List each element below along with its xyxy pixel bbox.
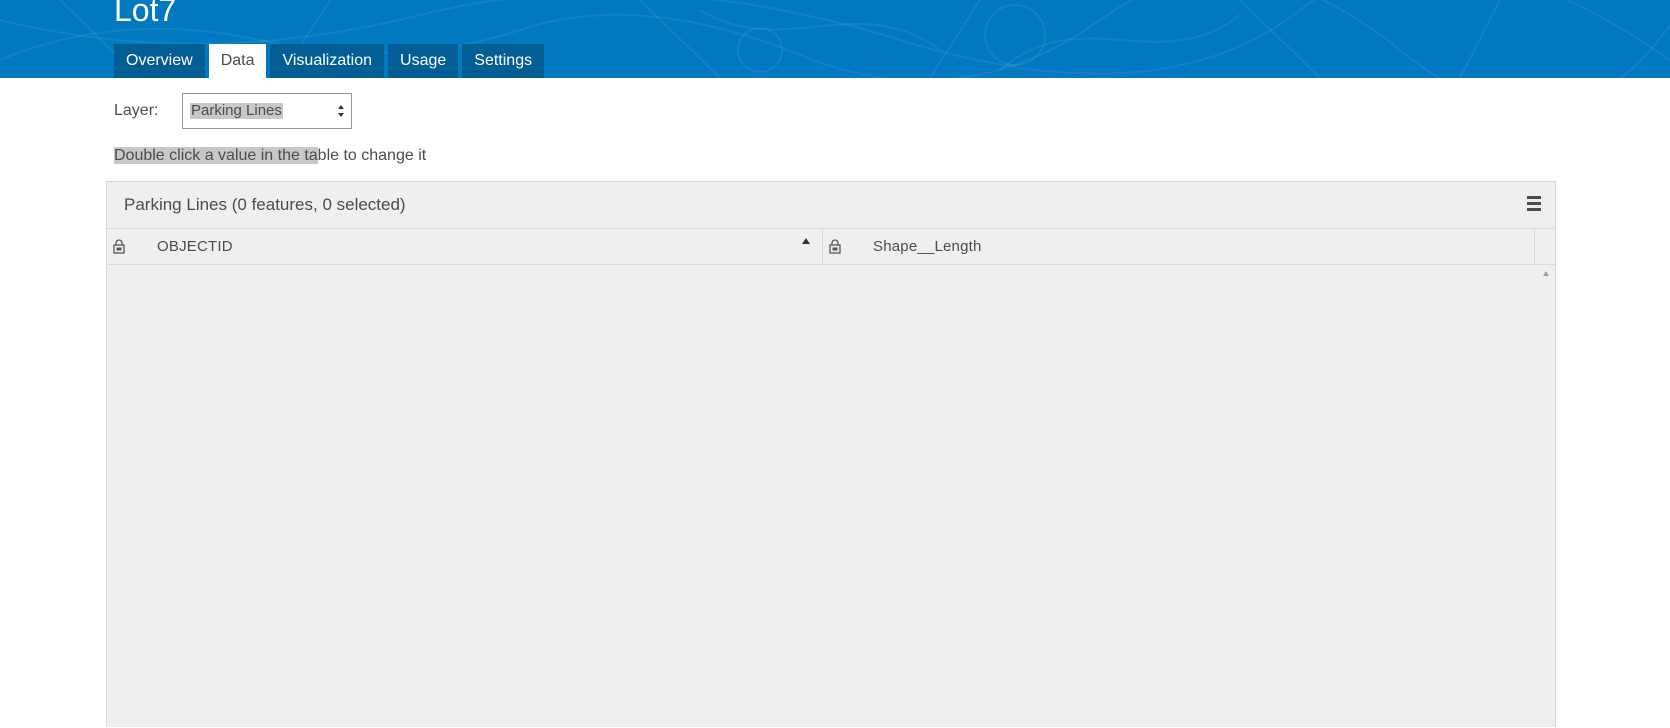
- lock-icon: [829, 239, 841, 254]
- column-header-objectid[interactable]: OBJECTID: [107, 229, 823, 264]
- tab-overview[interactable]: Overview: [114, 44, 205, 78]
- lock-icon: [113, 239, 125, 254]
- edit-hint-highlighted: Double click a value in the ta: [114, 147, 318, 164]
- layer-select-value: Parking Lines: [190, 102, 283, 119]
- item-tabs: Overview Data Visualization Usage Settin…: [114, 44, 548, 78]
- hamburger-menu-icon[interactable]: [1527, 196, 1541, 212]
- column-label-objectid: OBJECTID: [157, 238, 233, 255]
- tab-visualization[interactable]: Visualization: [270, 44, 385, 78]
- tab-usage[interactable]: Usage: [388, 44, 459, 78]
- edit-hint-rest: ble to change it: [317, 147, 427, 164]
- edit-hint: Double click a value in the table to cha…: [114, 145, 426, 167]
- sort-ascending-icon[interactable]: [802, 238, 810, 244]
- tab-data[interactable]: Data: [208, 44, 267, 78]
- attribute-table-body[interactable]: [107, 265, 1555, 728]
- column-label-shape-length: Shape__Length: [873, 238, 982, 255]
- column-header-row: OBJECTID Shape__Length: [107, 229, 1555, 265]
- item-banner: Lot7 Overview Data Visualization Usage S…: [0, 0, 1670, 78]
- attribute-table: Parking Lines (0 features, 0 selected) O…: [106, 181, 1556, 727]
- layer-selector-row: Layer: Parking Lines: [114, 92, 352, 130]
- layer-label: Layer:: [114, 102, 159, 119]
- attribute-table-title: Parking Lines (0 features, 0 selected): [124, 195, 406, 214]
- column-header-shape-length[interactable]: Shape__Length: [823, 229, 1535, 264]
- select-arrows-icon: [338, 105, 344, 117]
- item-title: Lot7: [114, 0, 177, 28]
- scroll-up-arrow-icon[interactable]: [1543, 271, 1549, 276]
- layer-select[interactable]: Parking Lines: [182, 93, 352, 129]
- attribute-table-header: Parking Lines (0 features, 0 selected): [107, 182, 1555, 229]
- tab-settings[interactable]: Settings: [462, 44, 545, 78]
